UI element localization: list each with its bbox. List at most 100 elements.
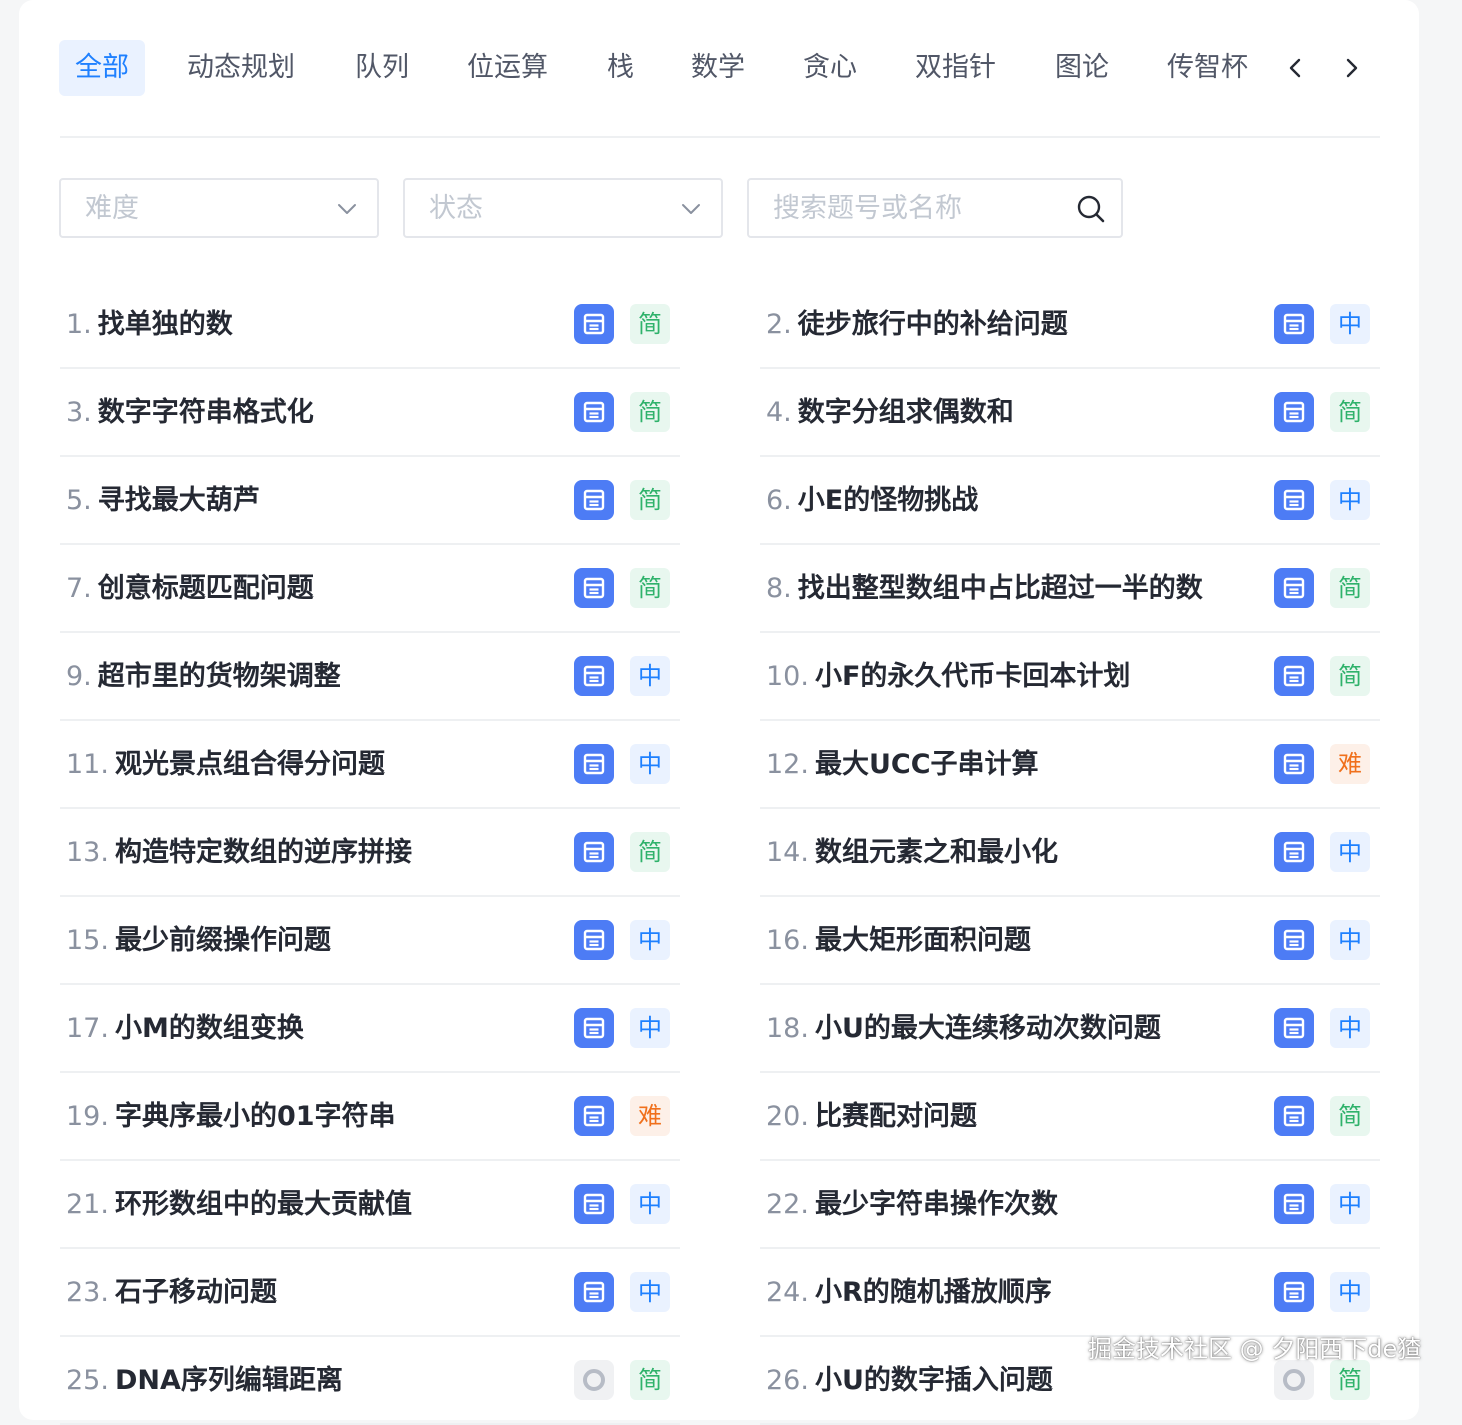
- notebook-icon[interactable]: [574, 656, 614, 696]
- problem-row[interactable]: 17. 小M的数组变换 中: [60, 985, 680, 1073]
- tab-graph[interactable]: 图论: [1055, 40, 1109, 96]
- notebook-icon[interactable]: [574, 920, 614, 960]
- problem-row[interactable]: 10. 小F的永久代币卡回本计划 简: [760, 633, 1380, 721]
- problem-title[interactable]: 10. 小F的永久代币卡回本计划: [766, 633, 1130, 721]
- difficulty-badge: 难: [1330, 744, 1370, 784]
- problem-row[interactable]: 4. 数字分组求偶数和 简: [760, 369, 1380, 457]
- notebook-icon[interactable]: [1274, 920, 1314, 960]
- notebook-icon[interactable]: [574, 832, 614, 872]
- chevron-right-icon[interactable]: [1336, 52, 1368, 84]
- notebook-icon[interactable]: [574, 1184, 614, 1224]
- search-input[interactable]: [749, 180, 1125, 238]
- problem-row[interactable]: 18. 小U的最大连续移动次数问题 中: [760, 985, 1380, 1073]
- problem-row[interactable]: 3. 数字字符串格式化 简: [60, 369, 680, 457]
- notebook-icon[interactable]: [1274, 656, 1314, 696]
- notebook-icon[interactable]: [574, 1008, 614, 1048]
- problem-name: 徒步旅行中的补给问题: [797, 309, 1068, 340]
- difficulty-badge: 简: [630, 304, 670, 344]
- notebook-icon[interactable]: [1274, 1096, 1314, 1136]
- status-circle-icon[interactable]: [574, 1360, 614, 1400]
- problem-title[interactable]: 3. 数字字符串格式化: [66, 369, 314, 457]
- problem-number: 21.: [66, 1189, 109, 1220]
- status-circle-icon[interactable]: [1274, 1360, 1314, 1400]
- notebook-icon[interactable]: [574, 392, 614, 432]
- tab-dynamic-programming[interactable]: 动态规划: [187, 40, 295, 96]
- problem-title[interactable]: 14. 数组元素之和最小化: [766, 809, 1058, 897]
- problem-row[interactable]: 21. 环形数组中的最大贡献值 中: [60, 1161, 680, 1249]
- tab-queue[interactable]: 队列: [355, 40, 409, 96]
- problem-row[interactable]: 1. 找单独的数 简: [60, 281, 680, 369]
- notebook-icon[interactable]: [1274, 1272, 1314, 1312]
- notebook-icon[interactable]: [1274, 832, 1314, 872]
- problem-title[interactable]: 18. 小U的最大连续移动次数问题: [766, 985, 1161, 1073]
- tab-greedy[interactable]: 贪心: [803, 40, 857, 96]
- problem-row[interactable]: 23. 石子移动问题 中: [60, 1249, 680, 1337]
- notebook-icon[interactable]: [1274, 1184, 1314, 1224]
- problem-title[interactable]: 7. 创意标题匹配问题: [66, 545, 314, 633]
- problem-row[interactable]: 19. 字典序最小的01字符串 难: [60, 1073, 680, 1161]
- difficulty-badge: 中: [630, 656, 670, 696]
- notebook-icon[interactable]: [574, 568, 614, 608]
- problem-row[interactable]: 24. 小R的随机播放顺序 中: [760, 1249, 1380, 1337]
- problem-title[interactable]: 13. 构造特定数组的逆序拼接: [66, 809, 412, 897]
- problem-title[interactable]: 16. 最大矩形面积问题: [766, 897, 1031, 985]
- problem-row[interactable]: 7. 创意标题匹配问题 简: [60, 545, 680, 633]
- problem-title[interactable]: 11. 观光景点组合得分问题: [66, 721, 385, 809]
- problem-row[interactable]: 5. 寻找最大葫芦 简: [60, 457, 680, 545]
- notebook-icon[interactable]: [1274, 480, 1314, 520]
- problem-row[interactable]: 15. 最少前缀操作问题 中: [60, 897, 680, 985]
- difficulty-select[interactable]: 难度: [59, 178, 379, 238]
- problem-title[interactable]: 20. 比赛配对问题: [766, 1073, 977, 1161]
- problem-row[interactable]: 14. 数组元素之和最小化 中: [760, 809, 1380, 897]
- search-icon[interactable]: [1075, 193, 1107, 225]
- problem-title[interactable]: 21. 环形数组中的最大贡献值: [66, 1161, 412, 1249]
- problem-row[interactable]: 13. 构造特定数组的逆序拼接 简: [60, 809, 680, 897]
- problem-row[interactable]: 11. 观光景点组合得分问题 中: [60, 721, 680, 809]
- notebook-icon[interactable]: [1274, 744, 1314, 784]
- notebook-icon[interactable]: [1274, 568, 1314, 608]
- problem-row[interactable]: 20. 比赛配对问题 简: [760, 1073, 1380, 1161]
- problem-title[interactable]: 12. 最大UCC子串计算: [766, 721, 1039, 809]
- problem-title[interactable]: 22. 最少字符串操作次数: [766, 1161, 1058, 1249]
- notebook-icon[interactable]: [574, 1272, 614, 1312]
- tab-two-pointers[interactable]: 双指针: [915, 40, 996, 96]
- problem-row[interactable]: 22. 最少字符串操作次数 中: [760, 1161, 1380, 1249]
- problem-title[interactable]: 15. 最少前缀操作问题: [66, 897, 331, 985]
- problem-title[interactable]: 9. 超市里的货物架调整: [66, 633, 341, 721]
- problem-title[interactable]: 8. 找出整型数组中占比超过一半的数: [766, 545, 1203, 633]
- status-select-placeholder: 状态: [429, 193, 483, 224]
- notebook-icon[interactable]: [574, 1096, 614, 1136]
- tab-stack[interactable]: 栈: [607, 40, 634, 96]
- status-select[interactable]: 状态: [403, 178, 723, 238]
- problem-row[interactable]: 9. 超市里的货物架调整 中: [60, 633, 680, 721]
- problem-title[interactable]: 17. 小M的数组变换: [66, 985, 304, 1073]
- notebook-icon[interactable]: [1274, 304, 1314, 344]
- notebook-icon[interactable]: [1274, 392, 1314, 432]
- notebook-icon[interactable]: [574, 480, 614, 520]
- problem-title[interactable]: 1. 找单独的数: [66, 281, 233, 369]
- notebook-icon[interactable]: [574, 744, 614, 784]
- tab-all[interactable]: 全部: [59, 40, 145, 96]
- problem-title[interactable]: 24. 小R的随机播放顺序: [766, 1249, 1052, 1337]
- problem-title[interactable]: 23. 石子移动问题: [66, 1249, 277, 1337]
- problem-title[interactable]: 6. 小E的怪物挑战: [766, 457, 978, 545]
- problem-row[interactable]: 12. 最大UCC子串计算 难: [760, 721, 1380, 809]
- notebook-icon[interactable]: [574, 304, 614, 344]
- tab-bit-manipulation[interactable]: 位运算: [467, 40, 548, 96]
- problem-title[interactable]: 19. 字典序最小的01字符串: [66, 1073, 396, 1161]
- problem-title[interactable]: 2. 徒步旅行中的补给问题: [766, 281, 1068, 369]
- chevron-left-icon[interactable]: [1279, 52, 1311, 84]
- problem-title[interactable]: 25. DNA序列编辑距离: [66, 1337, 343, 1425]
- problem-row[interactable]: 6. 小E的怪物挑战 中: [760, 457, 1380, 545]
- problem-name: 环形数组中的最大贡献值: [114, 1189, 412, 1220]
- problem-row[interactable]: 25. DNA序列编辑距离 简: [60, 1337, 680, 1425]
- tab-chuanzhi-cup[interactable]: 传智杯: [1167, 40, 1248, 96]
- problem-row[interactable]: 2. 徒步旅行中的补给问题 中: [760, 281, 1380, 369]
- problem-title[interactable]: 26. 小U的数字插入问题: [766, 1337, 1053, 1425]
- problem-title[interactable]: 4. 数字分组求偶数和: [766, 369, 1014, 457]
- notebook-icon[interactable]: [1274, 1008, 1314, 1048]
- problem-row[interactable]: 16. 最大矩形面积问题 中: [760, 897, 1380, 985]
- tab-math[interactable]: 数学: [691, 40, 745, 96]
- problem-row[interactable]: 8. 找出整型数组中占比超过一半的数 简: [760, 545, 1380, 633]
- problem-title[interactable]: 5. 寻找最大葫芦: [66, 457, 260, 545]
